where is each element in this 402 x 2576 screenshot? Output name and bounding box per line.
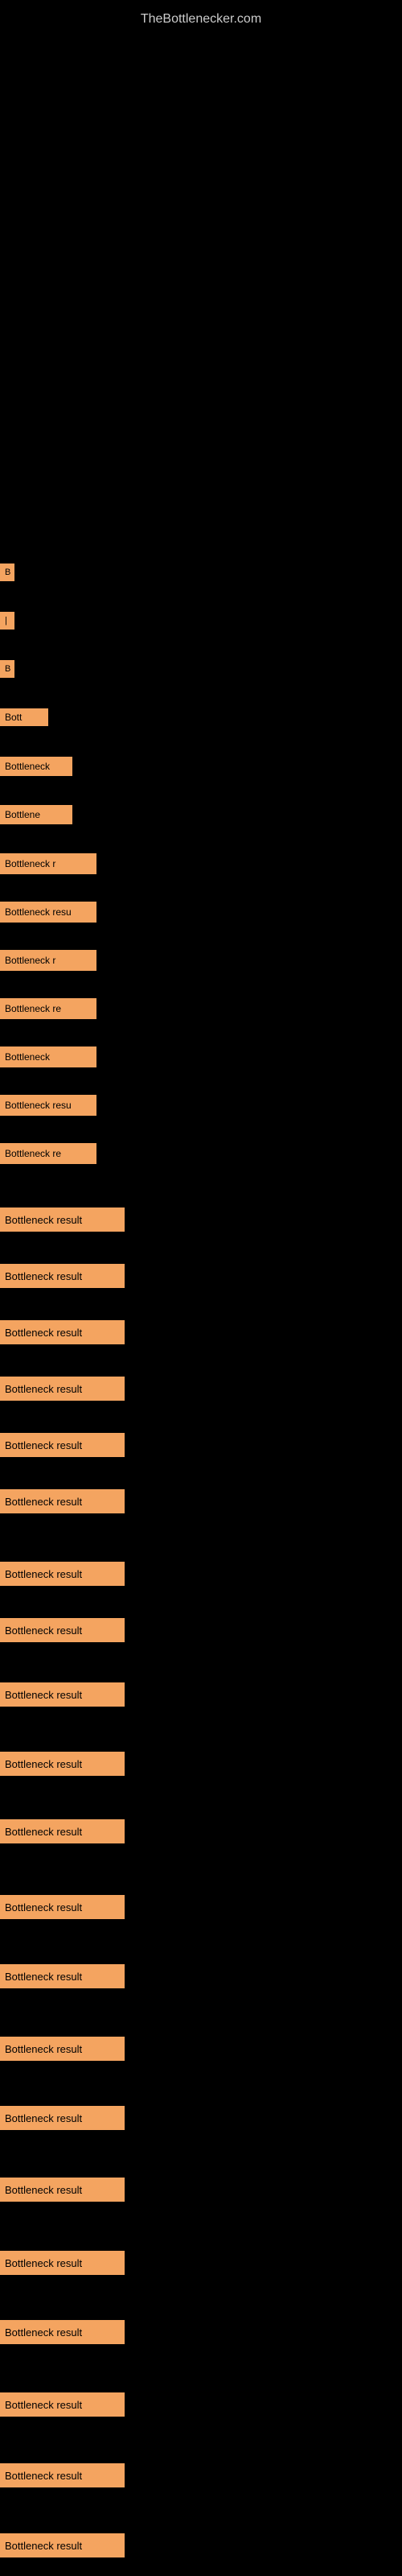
bottleneck-item: Bottleneck result	[0, 2392, 125, 2417]
bottleneck-item: Bottleneck resu	[0, 902, 96, 923]
bottleneck-item: Bottleneck resu	[0, 1095, 96, 1116]
bottleneck-item: Bottleneck result	[0, 1264, 125, 1288]
bottleneck-item: Bottleneck result	[0, 2251, 125, 2275]
site-title: TheBottlenecker.com	[0, 4, 402, 35]
bottleneck-item: Bottleneck result	[0, 1208, 125, 1232]
bottleneck-item: Bottleneck result	[0, 2037, 125, 2061]
bottleneck-item: Bottleneck result	[0, 1562, 125, 1586]
bottleneck-item: Bottleneck result	[0, 2533, 125, 2557]
bottleneck-item: Bottleneck result	[0, 1489, 125, 1513]
bottleneck-item: Bottleneck	[0, 757, 72, 776]
bottleneck-item: Bottleneck result	[0, 1433, 125, 1457]
bottleneck-item: Bottleneck result	[0, 1320, 125, 1344]
bottleneck-item: Bottleneck result	[0, 2106, 125, 2130]
bottleneck-item: Bottleneck r	[0, 853, 96, 874]
bottleneck-item: Bottleneck result	[0, 1895, 125, 1919]
bottleneck-item: |	[0, 612, 14, 630]
bottleneck-item: B	[0, 564, 14, 581]
bottleneck-item: Bottleneck result	[0, 2320, 125, 2344]
bottleneck-item: Bottleneck r	[0, 950, 96, 971]
bottleneck-item: Bottleneck result	[0, 1752, 125, 1776]
bottleneck-item: Bottleneck result	[0, 1618, 125, 1642]
bottleneck-item: Bottleneck result	[0, 1377, 125, 1401]
bottleneck-item: Bottleneck result	[0, 1964, 125, 1988]
bottleneck-item: Bottleneck re	[0, 1143, 96, 1164]
bottleneck-item: Bottleneck re	[0, 998, 96, 1019]
bottleneck-item: Bottleneck result	[0, 1682, 125, 1707]
bottleneck-item: Bottleneck result	[0, 2463, 125, 2487]
bottleneck-item: Bott	[0, 708, 48, 726]
bottleneck-item: Bottleneck result	[0, 1819, 125, 1843]
bottleneck-item: Bottlene	[0, 805, 72, 824]
bottleneck-item: Bottleneck result	[0, 2178, 125, 2202]
bottleneck-item: Bottleneck	[0, 1046, 96, 1067]
bottleneck-item: B	[0, 660, 14, 678]
